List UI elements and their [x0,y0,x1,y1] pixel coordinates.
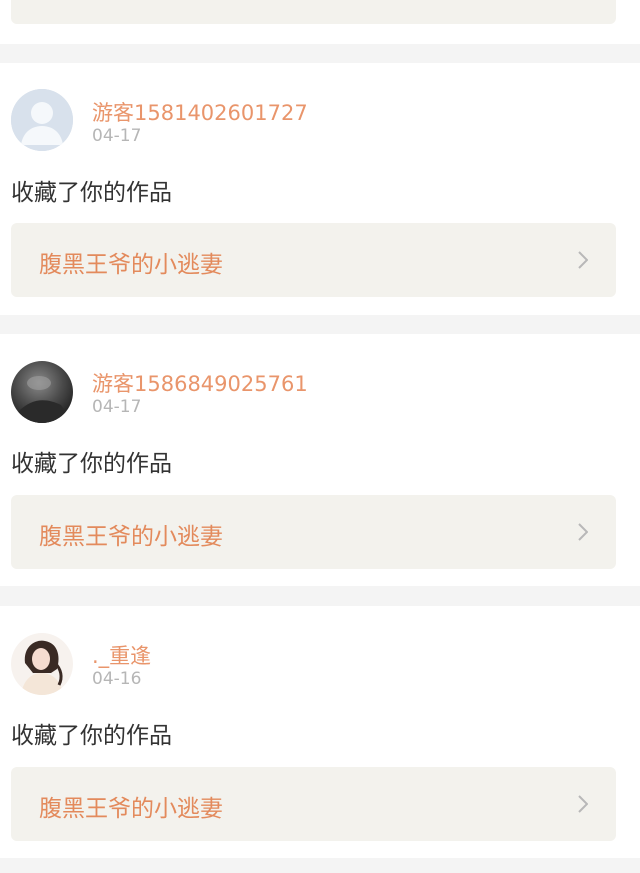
username[interactable]: 游客1581402601727 [92,97,308,127]
previous-card-remnant [0,0,640,44]
avatar[interactable] [11,633,73,695]
timestamp: 04-17 [92,397,142,417]
work-title: 腹黑王爷的小逃妻 [39,796,223,822]
avatar[interactable] [11,361,73,423]
dark-photo-avatar-icon [11,361,73,423]
action-text: 收藏了你的作品 [11,723,172,749]
avatar[interactable] [11,89,73,151]
work-link[interactable]: 腹黑王爷的小逃妻 [11,767,616,841]
notification-card: 游客1586849025761 04-17 收藏了你的作品 腹黑王爷的小逃妻 [0,334,640,586]
chevron-right-icon [578,523,588,541]
girl-photo-avatar-icon [11,633,73,695]
notification-card: ._重逢 04-16 收藏了你的作品 腹黑王爷的小逃妻 [0,606,640,858]
notification-card: 游客1581402601727 04-17 收藏了你的作品 腹黑王爷的小逃妻 [0,63,640,315]
previous-work-link[interactable] [11,0,616,24]
default-user-avatar-icon [11,89,73,151]
work-title: 腹黑王爷的小逃妻 [39,252,223,278]
chevron-right-icon [578,251,588,269]
action-text: 收藏了你的作品 [11,451,172,477]
chevron-right-icon [578,795,588,813]
username[interactable]: ._重逢 [92,640,151,670]
work-link[interactable]: 腹黑王爷的小逃妻 [11,495,616,569]
timestamp: 04-16 [92,669,142,689]
work-link[interactable]: 腹黑王爷的小逃妻 [11,223,616,297]
action-text: 收藏了你的作品 [11,180,172,206]
work-title: 腹黑王爷的小逃妻 [39,524,223,550]
username[interactable]: 游客1586849025761 [92,368,308,398]
timestamp: 04-17 [92,126,142,146]
